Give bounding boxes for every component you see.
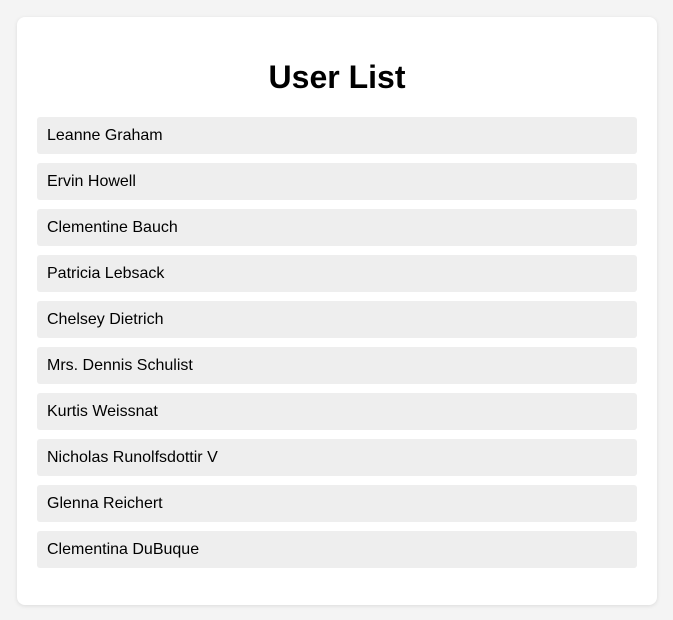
user-list: Leanne Graham Ervin Howell Clementine Ba… bbox=[37, 117, 637, 568]
list-item[interactable]: Clementine Bauch bbox=[37, 209, 637, 246]
list-item[interactable]: Glenna Reichert bbox=[37, 485, 637, 522]
list-item[interactable]: Leanne Graham bbox=[37, 117, 637, 154]
list-item[interactable]: Kurtis Weissnat bbox=[37, 393, 637, 430]
list-item[interactable]: Nicholas Runolfsdottir V bbox=[37, 439, 637, 476]
list-item[interactable]: Patricia Lebsack bbox=[37, 255, 637, 292]
list-item[interactable]: Chelsey Dietrich bbox=[37, 301, 637, 338]
list-item[interactable]: Mrs. Dennis Schulist bbox=[37, 347, 637, 384]
list-item[interactable]: Ervin Howell bbox=[37, 163, 637, 200]
list-item[interactable]: Clementina DuBuque bbox=[37, 531, 637, 568]
page-title: User List bbox=[268, 59, 406, 95]
user-list-card: User List Leanne Graham Ervin Howell Cle… bbox=[17, 17, 657, 605]
